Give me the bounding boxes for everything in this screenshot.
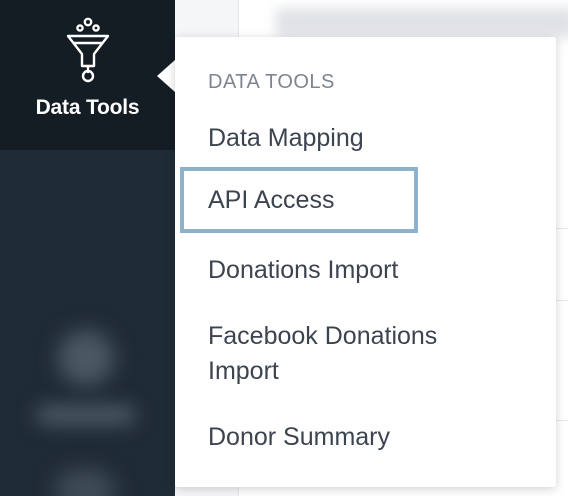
blurred-label bbox=[36, 405, 136, 425]
menu-item-data-mapping[interactable]: Data Mapping bbox=[208, 121, 364, 156]
funnel-icon bbox=[60, 16, 116, 84]
sidebar-item-label: Data Tools bbox=[35, 96, 140, 119]
menu-item-facebook-donations-import[interactable]: Facebook Donations Import bbox=[208, 319, 508, 389]
sidebar-item-data-tools[interactable]: Data Tools bbox=[0, 0, 175, 150]
menu-item-api-access[interactable]: API Access bbox=[180, 167, 418, 233]
sidebar: Data Tools bbox=[0, 0, 175, 496]
menu-item-donor-summary[interactable]: Donor Summary bbox=[208, 420, 390, 455]
blurred-item bbox=[55, 470, 115, 496]
menu-item-donations-import[interactable]: Donations Import bbox=[208, 253, 398, 288]
blurred-header-bar bbox=[276, 8, 568, 38]
menu-header: DATA TOOLS bbox=[208, 71, 335, 93]
data-tools-menu: DATA TOOLS Data Mapping API Access Donat… bbox=[175, 37, 556, 487]
blurred-avatar bbox=[58, 330, 114, 386]
menu-caret bbox=[157, 60, 175, 92]
